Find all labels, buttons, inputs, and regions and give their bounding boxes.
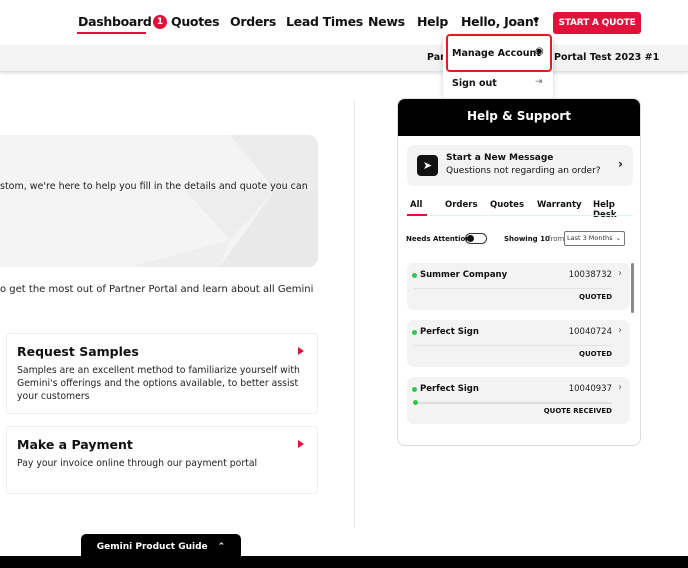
hero-banner: stom, we're here to help you fill in the…: [0, 135, 318, 267]
status-dot: [412, 387, 417, 392]
needs-attention-toggle[interactable]: [465, 233, 487, 244]
status-dot: [412, 273, 417, 278]
date-range-select[interactable]: Last 3 Months ⌄: [564, 231, 625, 246]
date-range-value: Last 3 Months: [567, 234, 613, 242]
arrow-right-icon: [298, 440, 304, 448]
status-label: QUOTED: [579, 350, 612, 358]
new-message-subtitle: Questions not regarding an order?: [446, 166, 601, 176]
nav-help[interactable]: Help: [417, 14, 448, 29]
active-tab-underline: [77, 32, 146, 34]
triangle-pattern: [130, 135, 318, 267]
product-guide-label: Gemini Product Guide: [96, 542, 208, 552]
item-name: Perfect Sign: [420, 327, 479, 337]
quotes-count-badge: 1: [153, 15, 167, 29]
arrow-right-icon: [298, 347, 304, 355]
subbar-portal-name: Portal Test 2023 #1: [554, 52, 660, 63]
needs-attention-label: Needs Attention: [406, 235, 471, 243]
request-samples-card[interactable]: Request Samples Samples are an excellent…: [6, 333, 318, 414]
account-menu-toggle[interactable]: Hello, Joan!: [461, 14, 539, 29]
card-body: Pay your invoice online through our paym…: [17, 458, 258, 469]
product-guide-tab[interactable]: Gemini Product Guide ⌃: [81, 534, 241, 558]
sign-out-item[interactable]: Sign out: [452, 78, 497, 89]
item-number: 10040937: [568, 384, 612, 394]
help-support-panel: Help & Support ➤ Start a New Message Que…: [397, 98, 641, 446]
manage-account-highlight: [446, 34, 552, 72]
tab-quotes[interactable]: Quotes: [490, 200, 524, 210]
status-label: QUOTED: [579, 293, 612, 301]
item-name: Perfect Sign: [420, 384, 479, 394]
nav-lead-times[interactable]: Lead Times: [286, 14, 363, 29]
list-item[interactable]: Summer Company 10038732 › QUOTED: [407, 263, 630, 310]
hero-text: stom, we're here to help you fill in the…: [0, 181, 308, 192]
tab-orders[interactable]: Orders: [445, 200, 478, 210]
caret-down-icon: ▼: [533, 16, 540, 25]
scrollbar[interactable]: [631, 263, 634, 313]
chevron-up-icon: ⌃: [217, 542, 226, 552]
status-label: QUOTE RECEIVED: [543, 407, 612, 415]
footer-bar: [0, 556, 688, 568]
tab-warranty[interactable]: Warranty: [537, 200, 582, 210]
status-dot: [412, 330, 417, 335]
card-title: Request Samples: [17, 344, 139, 359]
item-number: 10038732: [568, 270, 612, 280]
item-name: Summer Company: [420, 270, 508, 280]
make-payment-card[interactable]: Make a Payment Pay your invoice online t…: [6, 426, 318, 494]
card-body: Samples are an excellent method to famil…: [17, 365, 300, 402]
chevron-right-icon: ›: [618, 382, 622, 393]
showing-count: Showing 10: [504, 235, 550, 243]
nav-news[interactable]: News: [368, 14, 405, 29]
new-message-title: Start a New Message: [446, 153, 554, 163]
active-tab-underline: [407, 214, 427, 216]
nav-dashboard[interactable]: Dashboard: [78, 14, 152, 29]
sub-header-bar: Par Portal Test 2023 #1: [0, 45, 688, 71]
intro-text: o get the most out of Partner Portal and…: [0, 284, 314, 295]
tab-help-desk[interactable]: Help Desk: [593, 200, 640, 220]
tab-all[interactable]: All: [410, 200, 422, 210]
list-item[interactable]: Perfect Sign 10040937 › QUOTE RECEIVED: [407, 377, 630, 424]
new-message-button[interactable]: ➤ Start a New Message Questions not rega…: [407, 145, 633, 186]
sign-out-icon: ⇥: [535, 77, 543, 87]
panel-title: Help & Support: [398, 99, 640, 136]
chevron-right-icon: ›: [618, 157, 623, 171]
chevron-right-icon: ›: [618, 325, 622, 336]
showing-from: from: [548, 235, 565, 243]
progress-dot: [413, 400, 418, 405]
card-title: Make a Payment: [17, 437, 133, 452]
column-divider: [354, 100, 355, 528]
start-quote-button[interactable]: START A QUOTE: [553, 12, 641, 34]
item-number: 10040724: [568, 327, 612, 337]
list-item[interactable]: Perfect Sign 10040724 › QUOTED: [407, 320, 630, 367]
nav-quotes[interactable]: Quotes: [171, 14, 220, 29]
chevron-down-icon: ⌄: [615, 234, 621, 242]
paper-plane-icon: ➤: [417, 155, 438, 176]
nav-orders[interactable]: Orders: [230, 14, 276, 29]
chevron-right-icon: ›: [618, 268, 622, 279]
